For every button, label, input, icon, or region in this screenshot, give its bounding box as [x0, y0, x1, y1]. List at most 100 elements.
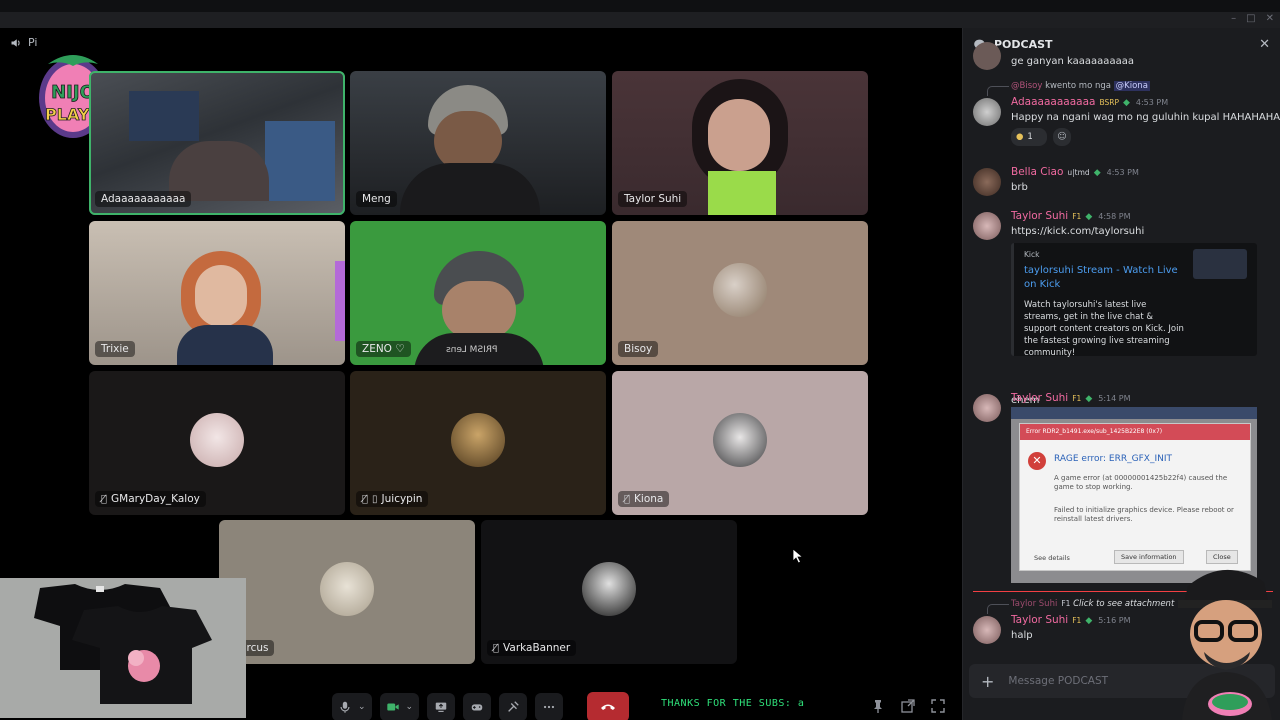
message-item: ge ganyan kaaaaaaaaaa — [963, 42, 1280, 72]
emoji-icon: ● — [1016, 132, 1024, 142]
error-dialog-image: Error RDR2_b1491.exe/sub_1425B22E8 (0x7)… — [1019, 423, 1251, 571]
title-bar-strip — [0, 12, 1280, 28]
reply-preview[interactable]: @Bisoy kwento mo nga @Kiona — [1011, 81, 1150, 91]
avatar[interactable] — [973, 168, 1001, 196]
screen-share-button[interactable] — [427, 693, 456, 720]
subs-ticker: THANKS FOR THE SUBS: a — [661, 698, 805, 709]
video-tile-zeno[interactable]: PRISM Lens ZENO ♡ — [350, 221, 606, 365]
message-text: Happy na ngani wag mo ng guluhin kupal H… — [1011, 112, 1280, 123]
tile-bisoy[interactable]: Bisoy — [612, 221, 868, 365]
message-text: ge ganyan kaaaaaaaaaa — [1011, 56, 1134, 67]
embed-title[interactable]: taylorsuhi Stream - Watch Live on Kick — [1024, 264, 1184, 292]
participant-label: Taylor Suhi — [618, 191, 688, 207]
video-tile-adaaaaaaaaaaa[interactable]: Adaaaaaaaaaaa — [89, 71, 345, 215]
participant-label: ZENO ♡ — [356, 341, 411, 357]
reply-mention[interactable]: @Kiona — [1113, 81, 1150, 91]
tile-marcus[interactable]: Marcus — [219, 520, 475, 664]
pin-icon[interactable] — [870, 698, 886, 714]
chevron-down-icon[interactable]: ⌄ — [358, 702, 366, 712]
person-face — [434, 111, 502, 171]
message-link[interactable]: https://kick.com/taylorsuhi — [1011, 226, 1144, 237]
link-embed[interactable]: Kick taylorsuhi Stream - Watch Live on K… — [1011, 243, 1257, 358]
message-author[interactable]: Bella Ciao — [1011, 166, 1063, 178]
message-time: 4:58 PM — [1098, 212, 1131, 221]
reply-preview[interactable]: Taylor Suhi F1 Click to see attachment — [1011, 599, 1174, 609]
soundboard-button[interactable] — [499, 693, 528, 720]
microphone-button[interactable]: ⌄ — [332, 693, 372, 720]
mouse-cursor-icon — [792, 548, 804, 564]
participant-name: GMaryDay_Kaloy — [111, 493, 200, 505]
avatar — [320, 562, 374, 616]
avatar[interactable] — [973, 98, 1001, 126]
mic-muted-icon: 🎙̸ — [362, 493, 369, 505]
close-chat-icon[interactable]: ✕ — [1259, 37, 1270, 52]
streamer-mascot-icon — [1178, 569, 1272, 720]
tshirt-image — [34, 584, 212, 704]
more-options-button[interactable] — [535, 693, 564, 720]
tile-juicypin[interactable]: 🎙̸ ▯ Juicypin — [350, 371, 606, 515]
message-item: @Bisoy kwento mo nga @Kiona Adaaaaaaaaaa… — [963, 80, 1280, 150]
embed-thumbnail[interactable] — [1193, 249, 1247, 279]
message-time: 5:16 PM — [1098, 616, 1131, 625]
hang-up-icon — [601, 704, 616, 710]
tile-varkabanner[interactable]: 🎙̸ VarkaBanner — [481, 520, 737, 664]
speaker-icon — [11, 38, 20, 47]
add-attachment-icon[interactable]: + — [981, 672, 994, 691]
camera-icon — [386, 703, 399, 711]
fullscreen-icon[interactable] — [930, 698, 946, 714]
chevron-down-icon[interactable]: ⌄ — [406, 702, 414, 712]
close-window-icon[interactable]: ✕ — [1266, 13, 1274, 24]
verified-icon: ◆ — [1085, 212, 1093, 222]
role-tag: F1 — [1072, 616, 1082, 625]
message-header: Bella Ciao u|tmd ◆ 4:53 PM — [1011, 166, 1139, 178]
message-time: 5:14 PM — [1098, 394, 1131, 403]
error-see-details: See details — [1034, 554, 1070, 562]
call-stage: Pi NIJO PLAYS Adaaaaaaaaaaa Meng Taylor … — [0, 28, 962, 720]
message-time: 4:53 PM — [1135, 98, 1169, 107]
call-controls: ⌄ ⌄ — [332, 692, 630, 720]
avatar[interactable] — [973, 212, 1001, 240]
bg-light — [335, 261, 345, 341]
tile-gmaryday-kaloy[interactable]: 🎙̸ GMaryDay_Kaloy — [89, 371, 345, 515]
role-tag: F1 — [1072, 394, 1082, 403]
participant-label: Adaaaaaaaaaaa — [95, 191, 192, 207]
gamepad-icon — [471, 704, 483, 711]
video-tile-meng[interactable]: Meng — [350, 71, 606, 215]
chat-title: PODCAST — [994, 37, 1053, 51]
tile-kiona[interactable]: 🎙̸ Kiona — [612, 371, 868, 515]
video-tile-trixie[interactable]: Trixie — [89, 221, 345, 365]
message-input[interactable] — [1008, 675, 1159, 687]
microphone-icon — [340, 701, 350, 713]
popout-icon[interactable] — [900, 698, 916, 714]
participant-name: ZENO ♡ — [362, 343, 405, 355]
activity-button[interactable] — [463, 693, 492, 720]
message-header: Adaaaaaaaaaaa BSRP ◆ 4:53 PM — [1011, 96, 1168, 108]
verified-icon: ◆ — [1122, 98, 1130, 108]
more-icon — [544, 705, 555, 709]
avatar[interactable] — [973, 616, 1001, 644]
minimize-icon[interactable]: – — [1231, 13, 1236, 24]
avatar[interactable] — [973, 42, 1001, 70]
error-title-bar: Error RDR2_b1491.exe/sub_1425B22E8 (0x7) — [1020, 424, 1250, 440]
message-text: brb — [1011, 182, 1028, 193]
message-author[interactable]: Taylor Suhi — [1011, 210, 1068, 222]
video-tile-taylor-suhi[interactable]: Taylor Suhi — [612, 71, 868, 215]
message-author[interactable]: Taylor Suhi — [1011, 614, 1068, 626]
reaction-pill[interactable]: ● 1 — [1011, 128, 1047, 146]
embed-provider: Kick — [1024, 250, 1040, 259]
camera-button[interactable]: ⌄ — [379, 693, 420, 720]
participant-label: 🎙̸ GMaryDay_Kaloy — [95, 491, 206, 507]
reply-author: @Bisoy — [1011, 81, 1043, 91]
message-author[interactable]: Taylor Suhi — [1011, 392, 1068, 404]
verified-icon: ◆ — [1085, 394, 1093, 404]
avatar[interactable] — [973, 394, 1001, 422]
message-author[interactable]: Adaaaaaaaaaaa — [1011, 96, 1095, 108]
add-reaction-icon[interactable]: ☺ — [1053, 128, 1071, 146]
bg-monitor — [129, 91, 199, 141]
disconnect-button[interactable] — [587, 692, 630, 720]
maximize-icon[interactable]: □ — [1246, 13, 1255, 24]
reply-author: Taylor Suhi — [1011, 599, 1058, 609]
participant-label: 🎙̸ VarkaBanner — [487, 640, 577, 656]
phone-icon: ▯ — [372, 493, 378, 505]
person-shirt — [177, 325, 273, 365]
